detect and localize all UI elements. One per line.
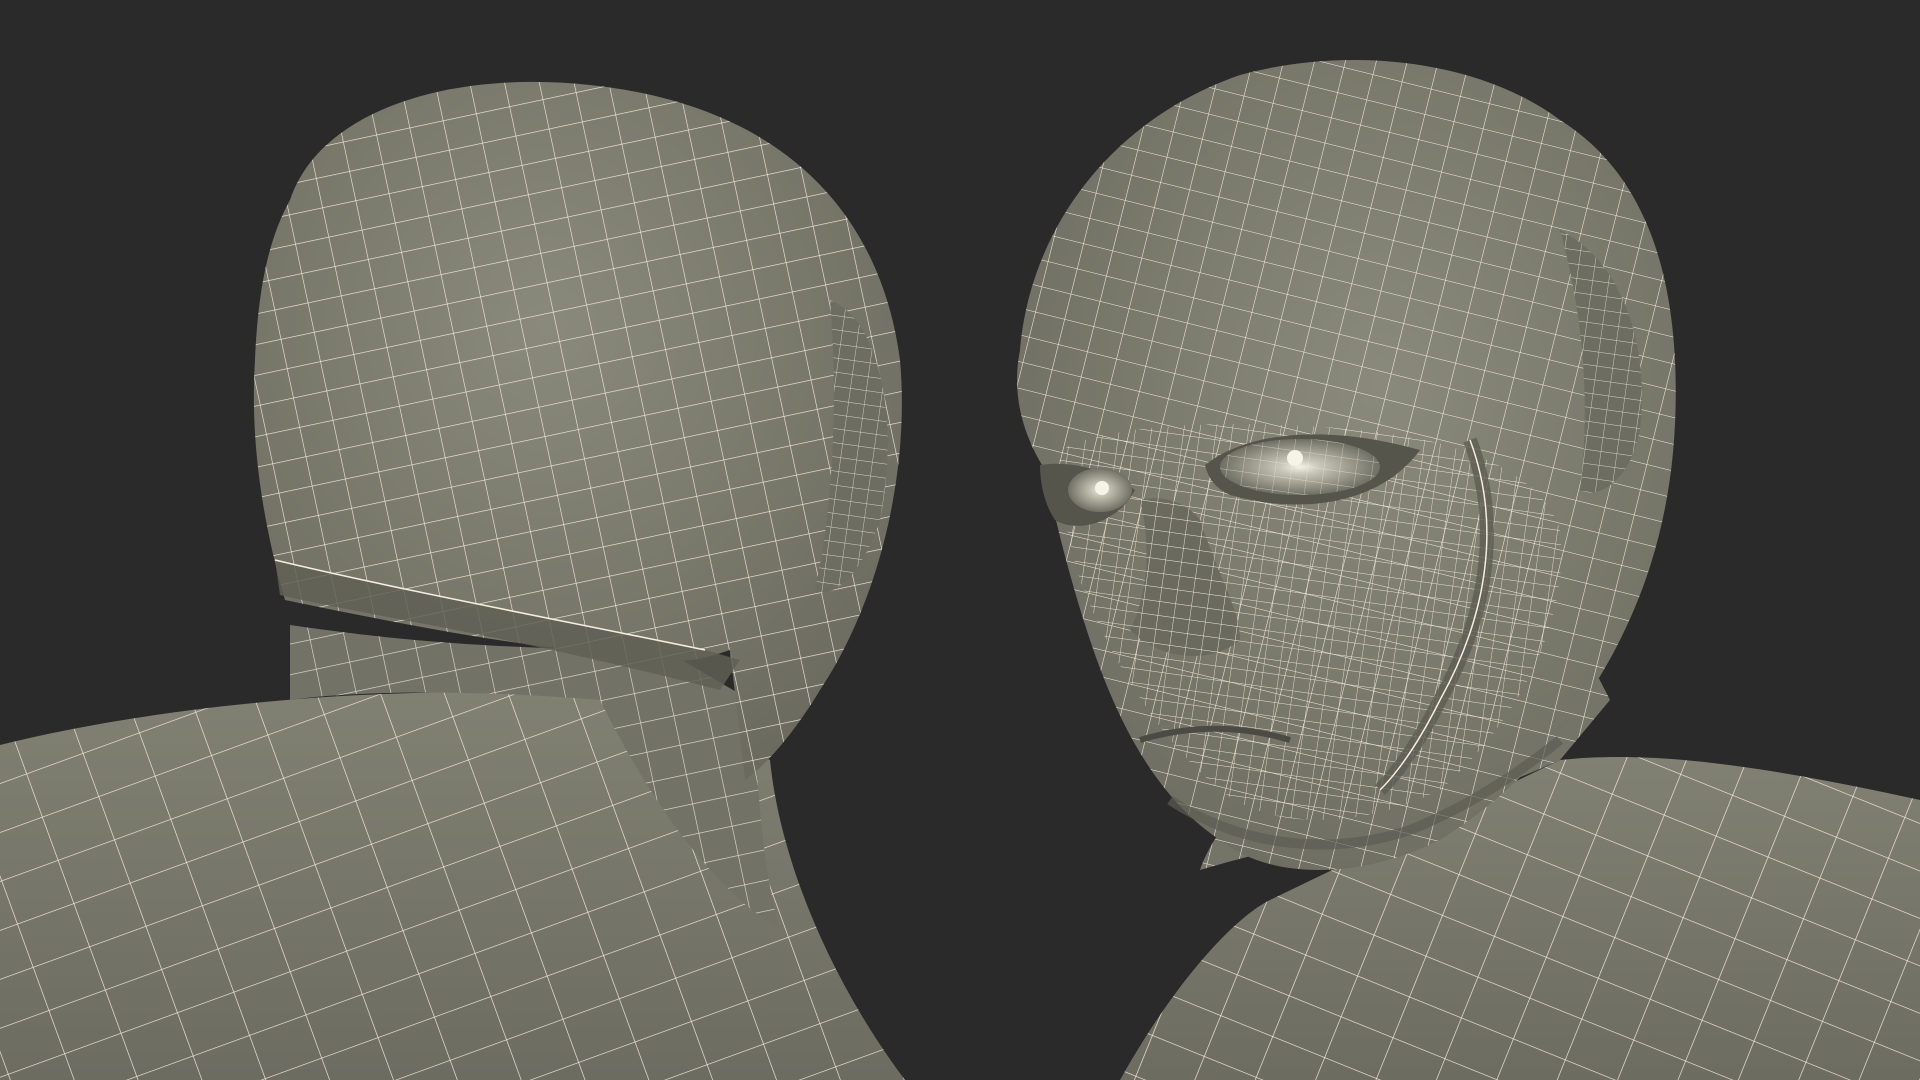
- render-viewport: [0, 0, 1920, 1080]
- wireframe-render: [0, 60, 1920, 1080]
- head-front-model: [1017, 60, 1920, 1080]
- head-back-model: [0, 81, 905, 1080]
